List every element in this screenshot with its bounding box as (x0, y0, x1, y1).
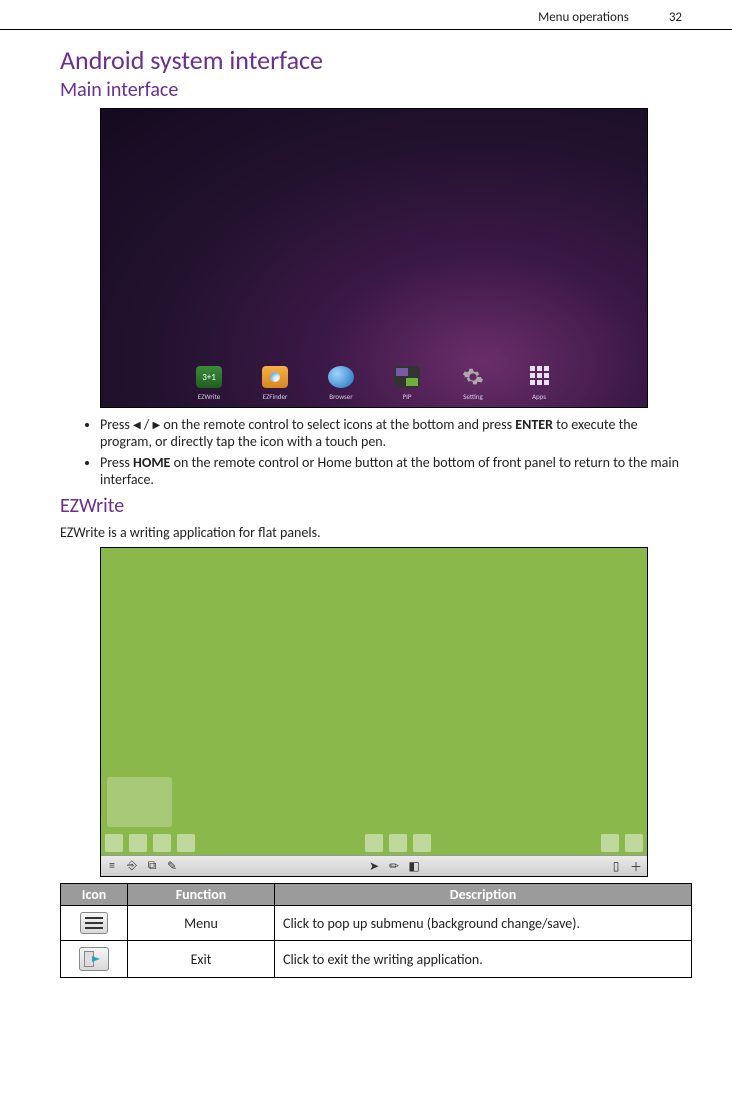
dock-item-apps[interactable]: Apps (526, 366, 552, 401)
col-header-description: Description (275, 884, 692, 906)
dock-label: Setting (463, 392, 483, 401)
page-header: Menu operations 32 (60, 10, 692, 29)
dock-item-ezwrite[interactable]: 3+1 EZWrite (196, 366, 222, 401)
ezwrite-taskbar: ≡ ⎆ ⧉ ✎ ➤ ✏ ◧ ▯ ＋ (101, 855, 647, 876)
folder-search-icon (262, 366, 288, 388)
dock-label: EZWrite (198, 392, 220, 401)
ezwrite-description: EZWrite is a writing application for fla… (60, 524, 692, 541)
pointer-icon[interactable]: ➤ (367, 859, 381, 873)
dock-item-ezfinder[interactable]: EZFinder (262, 366, 288, 401)
table-row: Menu Click to pop up submenu (background… (61, 906, 692, 941)
tool-button[interactable] (601, 834, 619, 852)
instruction-item: Press ◀ / ▶ on the remote control to sel… (100, 416, 692, 450)
heading-main-interface: Main interface (60, 78, 692, 102)
tool-button[interactable] (129, 834, 147, 852)
chalkboard-icon: 3+1 (196, 366, 222, 388)
table-row: Exit Click to exit the writing applicati… (61, 941, 692, 978)
icon-reference-table: Icon Function Description Menu Click to … (60, 883, 692, 978)
apps-grid-icon (526, 366, 552, 388)
heading-android-system-interface: Android system interface (60, 44, 692, 76)
header-page-number: 32 (669, 10, 682, 25)
instruction-list: Press ◀ / ▶ on the remote control to sel… (60, 416, 692, 488)
dock: 3+1 EZWrite EZFinder Browser PIP Setting (101, 366, 647, 401)
tool-button[interactable] (625, 834, 643, 852)
floating-window-icon (107, 777, 172, 827)
tool-button[interactable] (177, 834, 195, 852)
tool-button[interactable] (105, 834, 123, 852)
dock-label: EZFinder (263, 392, 288, 401)
header-section: Menu operations (538, 10, 629, 25)
eraser-icon[interactable]: ◧ (407, 859, 421, 873)
left-arrow-icon: ◀ (133, 418, 141, 431)
tool-button[interactable] (153, 834, 171, 852)
dock-item-browser[interactable]: Browser (328, 366, 354, 401)
ezwrite-canvas[interactable] (101, 548, 647, 855)
function-cell: Exit (128, 941, 275, 978)
pen-icon[interactable]: ✏ (387, 859, 401, 873)
dock-label: PIP (403, 392, 412, 401)
header-rule (0, 29, 732, 30)
page-icon[interactable]: ▯ (609, 859, 623, 873)
gear-icon (460, 366, 486, 388)
menu-icon (80, 912, 108, 934)
heading-ezwrite: EZWrite (60, 494, 692, 518)
col-header-icon: Icon (61, 884, 128, 906)
tool-button[interactable] (365, 834, 383, 852)
instruction-item: Press HOME on the remote control or Home… (100, 454, 692, 488)
enter-key-label: ENTER (515, 416, 553, 433)
tool-button[interactable] (389, 834, 407, 852)
globe-icon (328, 366, 354, 388)
dock-item-setting[interactable]: Setting (460, 366, 486, 401)
exit-icon (79, 947, 109, 971)
description-cell: Click to pop up submenu (background chan… (275, 906, 692, 941)
right-arrow-icon: ▶ (152, 418, 160, 431)
dock-label: Apps (532, 392, 546, 401)
ezwrite-screenshot: ≡ ⎆ ⧉ ✎ ➤ ✏ ◧ ▯ ＋ (100, 547, 648, 877)
import-icon[interactable]: ⧉ (145, 859, 159, 873)
menu-icon[interactable]: ≡ (105, 859, 119, 873)
tool-button[interactable] (413, 834, 431, 852)
home-key-label: HOME (133, 454, 170, 471)
exit-icon[interactable]: ⎆ (125, 859, 139, 873)
android-home-screenshot: 3+1 EZWrite EZFinder Browser PIP Setting (100, 108, 648, 408)
dock-item-pip[interactable]: PIP (394, 366, 420, 401)
pip-icon (394, 366, 420, 388)
col-header-function: Function (128, 884, 275, 906)
canvas-toolbar (101, 831, 647, 855)
add-icon[interactable]: ＋ (629, 859, 643, 873)
tool-icon[interactable]: ✎ (165, 859, 179, 873)
function-cell: Menu (128, 906, 275, 941)
dock-label: Browser (329, 392, 352, 401)
description-cell: Click to exit the writing application. (275, 941, 692, 978)
